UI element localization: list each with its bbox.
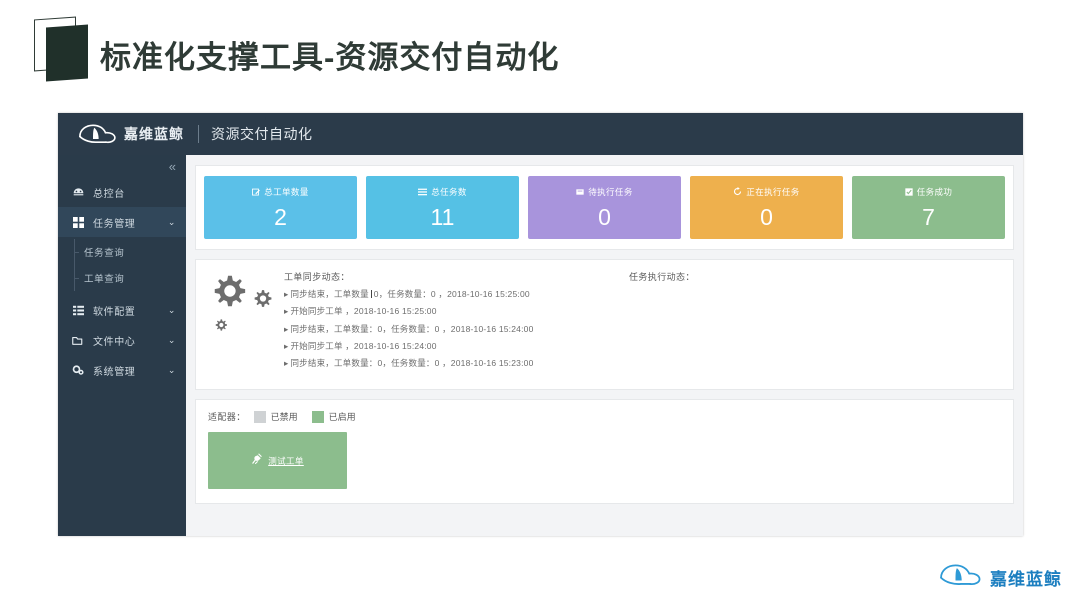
brand-name: 嘉维蓝鲸 (124, 126, 184, 142)
stat-cards: 总工单数量 2 总任务数 11 待执行任务 0 正在执行任务 0 任务成功 7 (195, 165, 1014, 250)
sidebar-item-label: 系统管理 (93, 366, 136, 378)
adapter-filter-row: 适配器： 已禁用 已启用 (208, 410, 1001, 423)
sidebar-item-ticket-query[interactable]: 工单查询 (58, 265, 186, 291)
stat-card-value: 2 (274, 203, 287, 230)
chevron-down-icon: ⌄ (167, 216, 176, 227)
sidebar-item-task-query[interactable]: 任务查询 (58, 239, 186, 265)
adapter-tile-label: 测试工单 (268, 455, 304, 466)
sidebar-subnav: 任务查询 工单查询 (58, 237, 186, 295)
sidebar-item-label: 任务管理 (93, 218, 136, 230)
sidebar-item-task-management[interactable]: 任务管理 ⌄ (58, 207, 186, 237)
bullet-icon: ▸ (284, 306, 289, 317)
sidebar-collapse-button[interactable]: « (58, 155, 186, 177)
stat-card-value: 0 (598, 203, 611, 230)
stat-card-total-tickets[interactable]: 总工单数量 2 (204, 176, 357, 239)
stat-card-value: 0 (760, 203, 773, 230)
log-entry-text: 同步结束，工单数量 (290, 289, 369, 299)
task-execution-heading: 任务执行动态： (629, 272, 695, 282)
chevron-down-icon: ⌄ (167, 364, 176, 375)
chevron-down-icon: ⌄ (167, 334, 176, 345)
page-title: 标准化支撑工具-资源交付自动化 (100, 40, 560, 75)
whale-logo-icon (78, 123, 118, 145)
activity-panel: 工单同步动态： 任务执行动态： ▸ 同步结束，工单数量 0，任务数量：0 ，2018… (195, 259, 1014, 390)
stat-card-head: 总任务数 (418, 186, 467, 198)
text-cursor (370, 290, 372, 298)
gears-icon (71, 364, 85, 376)
sidebar-item-system-management[interactable]: 系统管理 ⌄ (58, 355, 186, 385)
stat-card-label: 总任务数 (431, 186, 467, 197)
bullet-icon: ▸ (284, 289, 289, 299)
footer-logo: 嘉维蓝鲸 (939, 563, 1062, 592)
sidebar-item-file-center[interactable]: 文件中心 ⌄ (58, 325, 186, 355)
stat-card-value: 11 (430, 203, 455, 230)
edit-square-icon (252, 188, 261, 196)
log-entry-text-2: 0，任务数量：0 ，2018-10-16 15:25:00 (373, 289, 530, 299)
stat-card-running-tasks[interactable]: 正在执行任务 0 (690, 176, 843, 239)
log-entry-text: 同步结束，工单数量：0，任务数量：0 ，2018-10-16 15:24:00 (290, 323, 534, 334)
log-entry-text: 开始同步工单 ，2018-10-16 15:25:00 (290, 306, 437, 317)
stat-card-value: 7 (922, 203, 935, 230)
enabled-label: 已启用 (328, 412, 356, 422)
stat-card-head: 待执行任务 (576, 186, 633, 198)
gears-cluster-icon (208, 270, 284, 379)
adapter-filter-label: 适配器： (208, 412, 246, 422)
refresh-icon (733, 187, 742, 196)
stat-card-label: 总工单数量 (264, 186, 309, 197)
list-lines-icon (418, 188, 428, 196)
sidebar-subitem-label: 工单查询 (84, 274, 125, 285)
inbox-icon (576, 188, 584, 196)
brand[interactable]: 嘉维蓝鲸 (58, 123, 184, 145)
log-entry-text: 同步结束，工单数量：0，任务数量：0 ，2018-10-16 15:23:00 (290, 358, 534, 369)
dashboard-icon (71, 187, 85, 198)
main-content: 总工单数量 2 总任务数 11 待执行任务 0 正在执行任务 0 任务成功 7 … (186, 155, 1023, 536)
divider (198, 125, 199, 143)
log-entry: ▸ 同步结束，工单数量 0，任务数量：0 ，2018-10-16 15:25:00 (284, 288, 1001, 300)
bullet-icon: ▸ (284, 323, 289, 334)
bullet-icon: ▸ (284, 340, 289, 351)
sidebar-item-label: 软件配置 (93, 306, 136, 318)
footer-brand-name: 嘉维蓝鲸 (990, 570, 1062, 589)
log-entry-text: 开始同步工单 ，2018-10-16 15:24:00 (290, 340, 437, 351)
log-entry: ▸ 开始同步工单 ，2018-10-16 15:24:00 (284, 340, 1001, 352)
sidebar-subitem-label: 任务查询 (84, 248, 125, 259)
stat-card-head: 任务成功 (905, 186, 953, 198)
enabled-swatch-icon[interactable] (311, 410, 324, 423)
log-entry: ▸ 同步结束，工单数量：0，任务数量：0 ，2018-10-16 15:23:00 (284, 357, 1001, 369)
chevron-down-icon: ⌄ (167, 304, 176, 315)
sidebar-item-label: 文件中心 (93, 336, 136, 348)
double-chevron-left-icon: « (168, 158, 176, 174)
stat-card-success-tasks[interactable]: 任务成功 7 (852, 176, 1005, 239)
disabled-swatch-icon[interactable] (253, 410, 266, 423)
stat-card-label: 正在执行任务 (746, 186, 800, 197)
app-window: 嘉维蓝鲸 资源交付自动化 « 总控台 任务管理 ⌄ 任务查询 工单查询 软件配置… (58, 113, 1023, 536)
log-entry: ▸ 同步结束，工单数量：0，任务数量：0 ，2018-10-16 15:24:00 (284, 323, 1001, 335)
grid-icon (71, 216, 85, 228)
check-square-icon (905, 188, 913, 196)
slide-header: 标准化支撑工具-资源交付自动化 (0, 0, 1080, 100)
folder-open-icon (71, 335, 85, 346)
sidebar-item-label: 总控台 (93, 188, 125, 200)
bullet-icon: ▸ (284, 358, 289, 369)
log-entry: ▸ 开始同步工单 ，2018-10-16 15:25:00 (284, 305, 1001, 317)
stat-card-head: 总工单数量 (252, 186, 309, 198)
sidebar-item-software-config[interactable]: 软件配置 ⌄ (58, 295, 186, 325)
sidebar-item-dashboard[interactable]: 总控台 (58, 177, 186, 207)
document-stack-icon (34, 16, 90, 82)
adapter-panel: 适配器： 已禁用 已启用 测试工单 (195, 399, 1014, 504)
stat-card-total-tasks[interactable]: 总任务数 11 (366, 176, 519, 239)
activity-lists: 工单同步动态： 任务执行动态： ▸ 同步结束，工单数量 0，任务数量：0 ，2018… (284, 270, 1001, 379)
app-topbar: 嘉维蓝鲸 资源交付自动化 (58, 113, 1023, 155)
whale-logo-icon (939, 563, 983, 592)
disabled-label: 已禁用 (270, 412, 298, 422)
stat-card-label: 待执行任务 (588, 186, 633, 197)
plug-icon (251, 452, 263, 470)
stat-card-head: 正在执行任务 (733, 186, 799, 198)
stat-card-pending-tasks[interactable]: 待执行任务 0 (528, 176, 681, 239)
adapter-tile-test-ticket[interactable]: 测试工单 (208, 432, 347, 489)
sidebar: « 总控台 任务管理 ⌄ 任务查询 工单查询 软件配置 ⌄ 文件中心 ⌄ 系统管… (58, 155, 186, 536)
app-subtitle: 资源交付自动化 (211, 126, 313, 142)
stat-card-label: 任务成功 (916, 186, 953, 197)
list-blocks-icon (71, 305, 85, 316)
